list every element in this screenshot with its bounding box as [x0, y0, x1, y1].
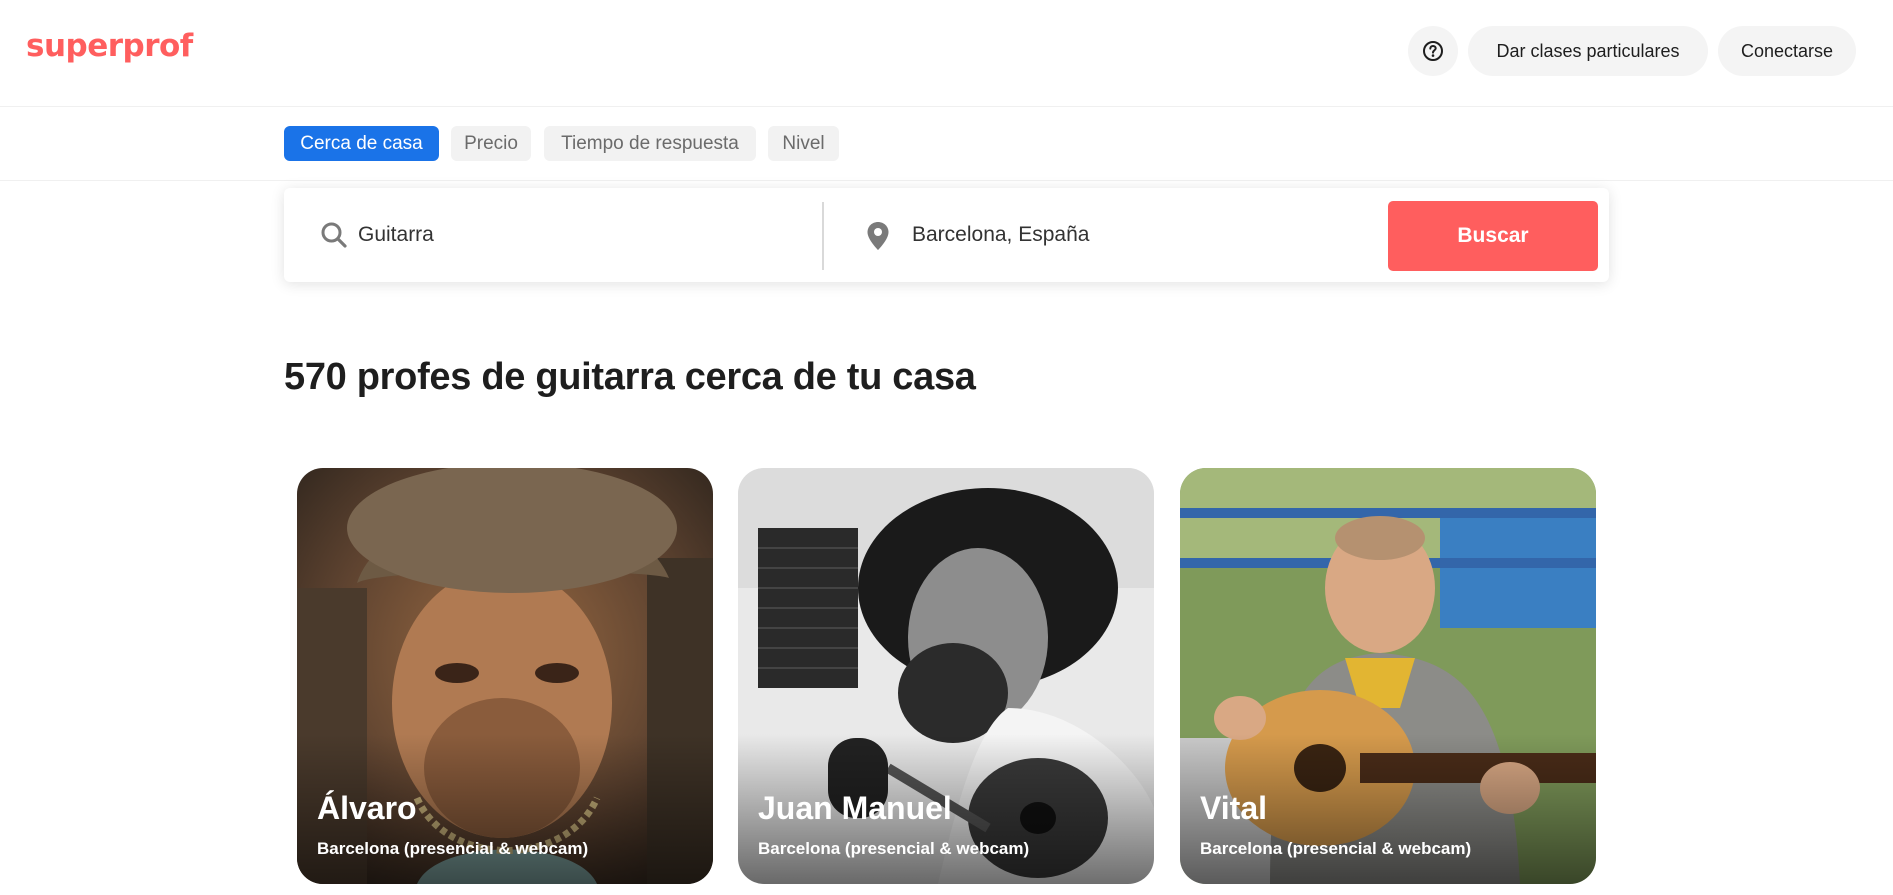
subject-search-input[interactable]: [358, 210, 788, 260]
results-title: 570 profes de guitarra cerca de tu casa: [284, 356, 976, 398]
tutor-name: Álvaro: [317, 790, 417, 826]
filter-bar: Cerca de casa Precio Tiempo de respuesta…: [0, 108, 1893, 181]
filter-chip-response-time[interactable]: Tiempo de respuesta: [544, 126, 756, 161]
question-circle-icon: [1423, 41, 1443, 61]
tutor-location: Barcelona (presencial & webcam): [317, 839, 589, 858]
superprof-logo[interactable]: superprof: [26, 28, 193, 64]
tutor-card[interactable]: Vital Barcelona (presencial & webcam): [1180, 468, 1596, 884]
tutor-name: Vital: [1200, 790, 1267, 826]
search-bar: Buscar: [284, 188, 1609, 282]
top-header: superprof Dar clases particulares Conect…: [0, 0, 1893, 107]
filter-chip-level[interactable]: Nivel: [768, 126, 839, 161]
search-divider: [822, 202, 824, 270]
teach-classes-button[interactable]: Dar clases particulares: [1468, 26, 1708, 76]
tutor-location: Barcelona (presencial & webcam): [758, 839, 1030, 858]
search-icon: [321, 222, 347, 248]
tutor-location: Barcelona (presencial & webcam): [1200, 839, 1472, 858]
search-button[interactable]: Buscar: [1388, 201, 1598, 271]
login-button[interactable]: Conectarse: [1718, 26, 1856, 76]
tutor-name: Juan Manuel: [758, 790, 952, 826]
help-button[interactable]: [1408, 26, 1458, 76]
location-input[interactable]: [912, 210, 1352, 260]
tutor-card[interactable]: Álvaro Barcelona (presencial & webcam): [297, 468, 713, 884]
filter-chip-price[interactable]: Precio: [451, 126, 531, 161]
filter-chip-nearby[interactable]: Cerca de casa: [284, 126, 439, 161]
location-pin-icon: [867, 222, 889, 250]
tutor-card[interactable]: Juan Manuel Barcelona (presencial & webc…: [738, 468, 1154, 884]
